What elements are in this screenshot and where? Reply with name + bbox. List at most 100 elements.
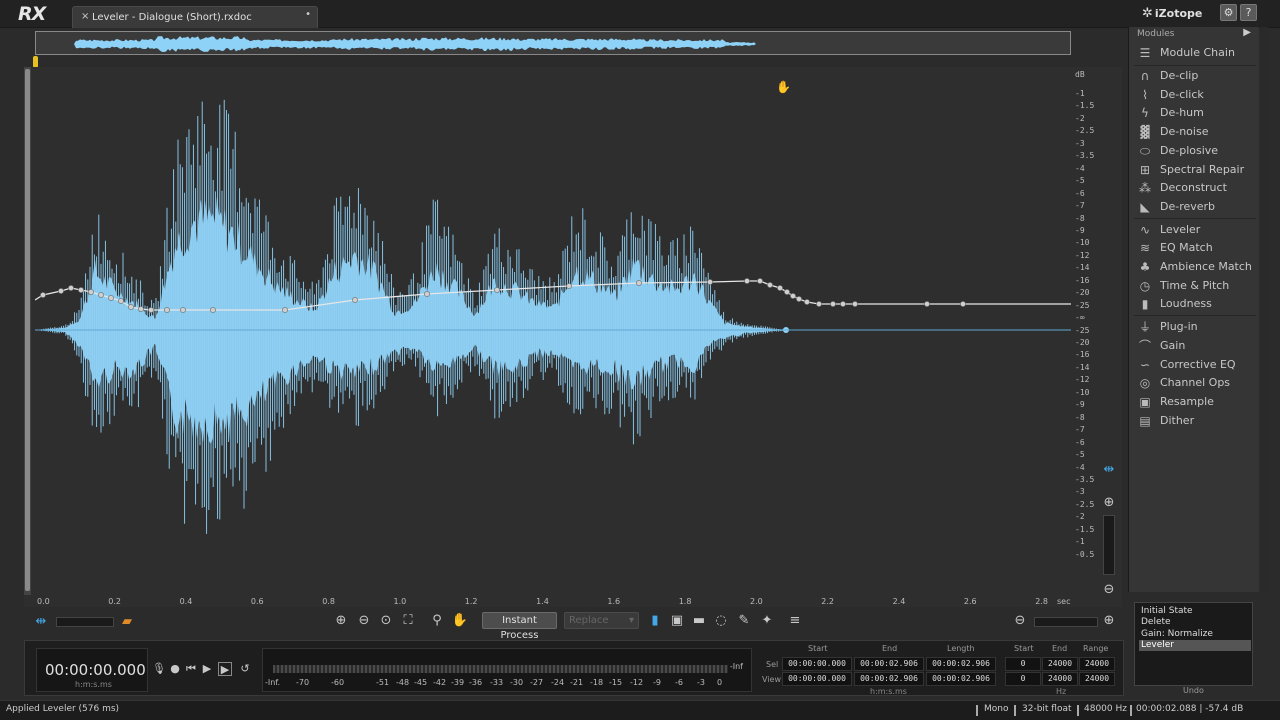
freq-unit-label: Hz <box>1056 687 1067 696</box>
gain-curve-node <box>636 280 642 286</box>
module-chain-item[interactable]: ☰ Module Chain <box>1134 44 1257 62</box>
freq-view-end-field[interactable]: 24000 <box>1042 672 1078 686</box>
amplitude-zoom-in-icon[interactable]: ⊕ <box>1100 494 1118 512</box>
module-item-eq-match[interactable]: ≋ EQ Match <box>1134 239 1257 257</box>
brush-tool-icon[interactable]: ✎ <box>735 612 753 630</box>
vertical-scrollbar[interactable] <box>24 67 31 595</box>
zoom-selection-icon[interactable]: ⊙ <box>377 612 395 630</box>
time-tick-label: 1.6 <box>607 597 621 606</box>
view-start-field[interactable]: 00:00:00.000 <box>782 672 852 686</box>
zoom-out-icon[interactable]: ⊖ <box>355 612 373 630</box>
view-end-field[interactable]: 00:00:02.906 <box>854 672 924 686</box>
record-button[interactable]: ● <box>168 662 182 676</box>
zoom-full-icon[interactable]: ⛶ <box>399 612 417 630</box>
spectrogram-view-icon[interactable]: ▰ <box>118 613 136 631</box>
gain-curve-node <box>128 304 134 310</box>
magnify-tool-icon[interactable]: ⚲ <box>428 612 446 630</box>
view-length-field[interactable]: 00:00:02.906 <box>926 672 996 686</box>
vertical-scroll-thumb[interactable] <box>25 69 30 591</box>
sel-end-field[interactable]: 00:00:02.906 <box>854 657 924 671</box>
undo-history-item[interactable]: Gain: Normalize <box>1139 629 1251 640</box>
freq-selection-tool-icon[interactable]: ▬ <box>690 612 708 630</box>
waveform-view-icon[interactable]: ⇹ <box>32 613 50 631</box>
module-label: Time & Pitch <box>1160 278 1230 292</box>
module-item-de-hum[interactable]: ϟ De-hum <box>1134 104 1257 122</box>
lasso-tool-icon[interactable]: ◌ <box>712 612 730 630</box>
settings-gear-icon[interactable]: ⚙ <box>1220 4 1237 21</box>
meter-tick-label: -6 <box>675 678 683 687</box>
spectrum-analyzer-icon[interactable]: ≡ <box>786 612 804 630</box>
db-unit-label: dB <box>1075 70 1085 79</box>
play-button[interactable]: ▶ <box>200 662 214 676</box>
module-item-channel-ops[interactable]: ◎ Channel Ops <box>1134 374 1257 392</box>
sel-start-field[interactable]: 00:00:00.000 <box>782 657 852 671</box>
module-item-de-reverb[interactable]: ◣ De-reverb <box>1134 198 1257 216</box>
amplitude-zoom-out-icon[interactable]: ⊖ <box>1100 581 1118 599</box>
meter-tick-label: -18 <box>590 678 604 687</box>
zoom-in-icon[interactable]: ⊕ <box>332 612 350 630</box>
undo-history-item[interactable]: Delete <box>1139 617 1251 628</box>
module-item-de-clip[interactable]: ∩ De-clip <box>1134 67 1257 85</box>
spectrogram-blend-slider[interactable] <box>56 617 114 627</box>
gain-curve-node <box>180 307 186 313</box>
timecode-display[interactable]: 00:00:00.000 h:m:s.ms <box>36 648 148 692</box>
time-selection-tool-icon[interactable]: ▮ <box>646 612 664 630</box>
loop-button[interactable]: ↺ <box>238 662 252 676</box>
undo-history-item[interactable]: Leveler <box>1139 639 1251 651</box>
gain-curve-node <box>790 293 796 299</box>
process-mode-select[interactable]: Replace ▾ <box>564 612 639 629</box>
gain-curve-node <box>148 307 154 313</box>
freq-zoom-in-icon[interactable]: ⊕ <box>1100 612 1118 630</box>
db-tick-label: -9 <box>1075 225 1085 235</box>
dither-icon: ▤ <box>1139 413 1151 428</box>
freq-sel-end-field[interactable]: 24000 <box>1042 657 1078 671</box>
waveform-display[interactable]: ✋ <box>35 67 1071 595</box>
module-item-gain[interactable]: ⌒ Gain <box>1134 337 1257 355</box>
freq-sel-range-field[interactable]: 24000 <box>1079 657 1115 671</box>
skip-to-start-button[interactable]: ⏮ <box>184 662 198 676</box>
hand-tool-icon[interactable]: ✋ <box>451 612 469 630</box>
play-selection-button[interactable]: ▶ <box>218 662 232 676</box>
gain-curve-node <box>98 292 104 298</box>
module-item-resample[interactable]: ▣ Resample <box>1134 393 1257 411</box>
rect-selection-tool-icon[interactable]: ▣ <box>668 612 686 630</box>
help-icon[interactable]: ? <box>1240 4 1257 21</box>
freq-zoom-out-icon[interactable]: ⊖ <box>1011 612 1029 630</box>
gain-curve-node <box>566 283 572 289</box>
magic-wand-icon[interactable]: ✦ <box>758 612 776 630</box>
instant-process-button[interactable]: Instant Process <box>482 612 557 641</box>
freq-view-start-field[interactable]: 0 <box>1005 672 1041 686</box>
freq-sel-start-field[interactable]: 0 <box>1005 657 1041 671</box>
module-item-de-click[interactable]: ⌇ De-click <box>1134 86 1257 104</box>
module-item-plug-in[interactable]: ⏚ Plug-in <box>1134 318 1257 336</box>
amplitude-zoom-slider[interactable] <box>1103 515 1115 575</box>
module-item-dither[interactable]: ▤ Dither <box>1134 412 1257 430</box>
undo-history-item[interactable]: Initial State <box>1139 606 1251 617</box>
freq-zoom-slider[interactable] <box>1034 617 1098 627</box>
modules-scrollbar[interactable] <box>1260 27 1268 592</box>
document-tab[interactable]: × Leveler - Dialogue (Short).rxdoc • <box>72 6 318 28</box>
module-item-spectral-repair[interactable]: ⊞ Spectral Repair <box>1134 161 1257 179</box>
module-item-de-noise[interactable]: ▓ De-noise <box>1134 123 1257 141</box>
waveform-overview[interactable] <box>35 31 1072 55</box>
time-tick-label: 0.6 <box>250 597 264 606</box>
microphone-icon[interactable]: 🎙 <box>152 662 166 676</box>
close-tab-icon[interactable]: × <box>81 11 89 22</box>
module-item-de-plosive[interactable]: ⬭ De-plosive <box>1134 142 1257 160</box>
module-item-corrective-eq[interactable]: ∽ Corrective EQ <box>1134 356 1257 374</box>
amplitude-zoom-reset-icon[interactable]: ⇹ <box>1100 461 1118 479</box>
module-item-deconstruct[interactable]: ⁂ Deconstruct <box>1134 179 1257 197</box>
brand-name: iZotope <box>1154 7 1203 20</box>
module-label: De-click <box>1160 87 1204 101</box>
modules-expand-icon[interactable]: ▶ <box>1243 27 1251 38</box>
title-bar: RX × Leveler - Dialogue (Short).rxdoc • … <box>0 0 1280 28</box>
sel-length-field[interactable]: 00:00:02.906 <box>926 657 996 671</box>
db-tick-label: -5 <box>1075 176 1085 186</box>
freq-view-range-field[interactable]: 24000 <box>1079 672 1115 686</box>
time-tick-label: 2.8 <box>1035 597 1048 606</box>
db-scale: dB -1 -1.5 -2 -2.5 -3 -3.5 -4 -5 -6 -7 -8 -9 -10 -12 -… <box>1071 67 1123 597</box>
module-item-ambience-match[interactable]: ♣ Ambience Match <box>1134 258 1257 276</box>
module-item-time-pitch[interactable]: ◷ Time & Pitch <box>1134 277 1257 295</box>
module-item-leveler[interactable]: ∿ Leveler <box>1134 221 1257 239</box>
module-item-loudness[interactable]: ▮ Loudness <box>1134 295 1257 313</box>
